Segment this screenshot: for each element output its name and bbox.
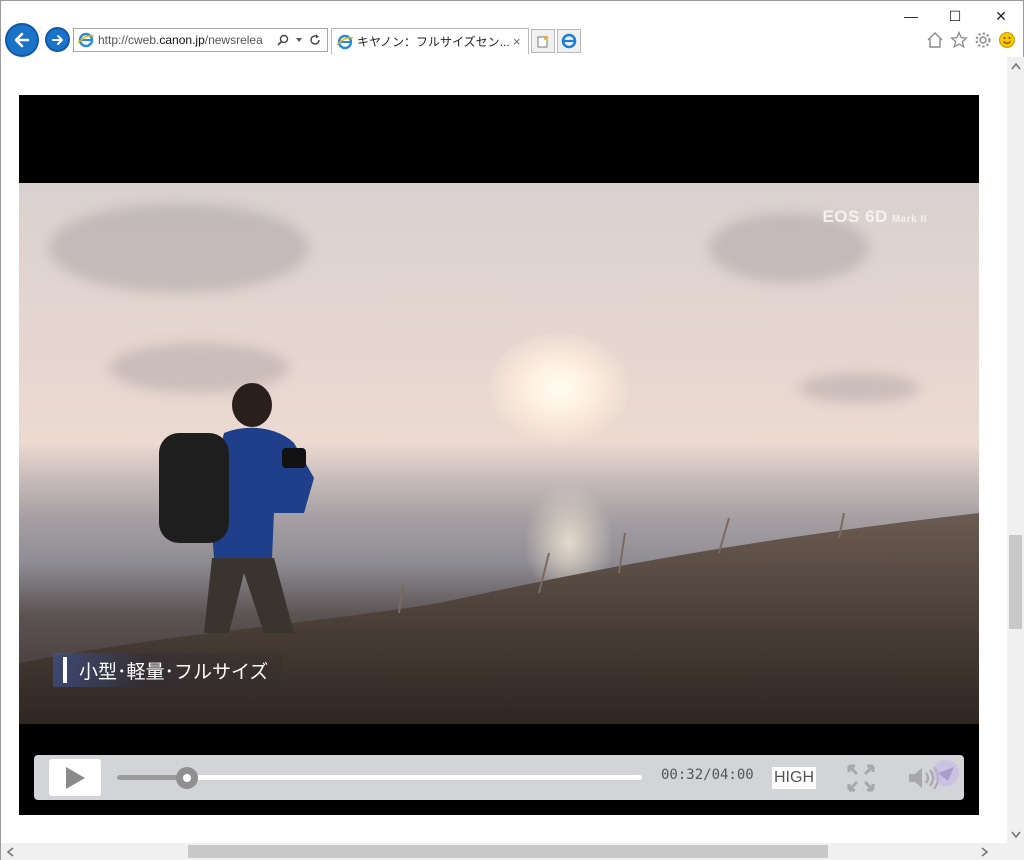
scroll-down-arrow[interactable] bbox=[1007, 826, 1024, 843]
url-suffix: /newsrelea bbox=[204, 33, 263, 47]
video-caption: 小型･軽量･フルサイズ bbox=[53, 653, 283, 687]
quality-button[interactable]: HIGH bbox=[772, 767, 816, 789]
chevron-right-icon bbox=[981, 846, 988, 857]
seek-handle[interactable] bbox=[175, 767, 198, 789]
ie-page-icon bbox=[337, 34, 353, 49]
new-tab-button[interactable] bbox=[531, 29, 555, 53]
address-bar[interactable]: http://cweb.canon.jp/newsrelea bbox=[73, 28, 328, 52]
tab-close-button[interactable]: × bbox=[513, 34, 521, 49]
video-frame[interactable]: EOS 6D Mark II 小型･軽量･フルサイズ bbox=[19, 183, 979, 724]
home-icon[interactable] bbox=[925, 30, 945, 50]
vertical-scrollbar[interactable] bbox=[1007, 57, 1024, 843]
sun bbox=[489, 333, 629, 443]
chevron-down-icon bbox=[1010, 831, 1021, 838]
maximize-button[interactable]: ☐ bbox=[941, 5, 969, 27]
scroll-up-arrow[interactable] bbox=[1007, 57, 1024, 74]
new-tab-icon bbox=[537, 35, 549, 48]
video-player[interactable]: EOS 6D Mark II 小型･軽量･フルサイズ 00:32/04:00 HI… bbox=[19, 95, 979, 815]
brand-watermark: EOS 6D Mark II bbox=[822, 207, 927, 227]
url-prefix: http://cweb. bbox=[98, 33, 160, 47]
back-button[interactable] bbox=[5, 23, 39, 57]
scrollbar-corner bbox=[1007, 843, 1024, 860]
settings-gear-icon[interactable] bbox=[973, 30, 993, 50]
url-domain: canon.jp bbox=[159, 33, 205, 47]
horizontal-scrollbar[interactable] bbox=[1, 843, 1007, 860]
favorites-star-icon[interactable] bbox=[949, 30, 969, 50]
arrow-right-icon bbox=[51, 34, 63, 45]
cloud-decoration bbox=[49, 203, 309, 293]
seek-bar[interactable] bbox=[117, 767, 642, 789]
scroll-left-arrow[interactable] bbox=[1, 843, 18, 860]
browser-titlebar: http://cweb.canon.jp/newsrelea キヤノン：フルサイ… bbox=[1, 1, 1023, 57]
time-display: 00:32/04:00 bbox=[661, 767, 754, 783]
caption-accent-bar bbox=[63, 657, 67, 683]
scroll-right-arrow[interactable] bbox=[976, 843, 993, 860]
vertical-scroll-thumb[interactable] bbox=[1009, 535, 1022, 629]
minimize-button[interactable]: — bbox=[897, 5, 925, 27]
browser-window: http://cweb.canon.jp/newsrelea キヤノン：フルサイ… bbox=[0, 0, 1024, 860]
page-content: EOS 6D Mark II 小型･軽量･フルサイズ 00:32/04:00 HI… bbox=[1, 57, 1007, 843]
player-controls: 00:32/04:00 HIGH bbox=[34, 755, 964, 800]
tab-title: キヤノン：フルサイズセン... bbox=[357, 35, 509, 49]
cloud-decoration bbox=[799, 373, 919, 403]
fullscreen-icon bbox=[847, 764, 875, 792]
chevron-up-icon bbox=[1010, 62, 1021, 69]
address-url[interactable]: http://cweb.canon.jp/newsrelea bbox=[98, 33, 273, 47]
brand-watermark-suffix: Mark II bbox=[891, 214, 927, 225]
chevron-down-icon[interactable] bbox=[295, 36, 303, 44]
ie-quick-tab-button[interactable] bbox=[557, 29, 581, 53]
play-icon bbox=[66, 766, 85, 789]
horizontal-scroll-thumb[interactable] bbox=[188, 845, 828, 858]
brand-watermark-model: EOS 6D bbox=[822, 207, 888, 226]
close-window-button[interactable]: ✕ bbox=[987, 5, 1015, 27]
refresh-icon[interactable] bbox=[309, 34, 321, 46]
ie-logo-icon bbox=[561, 33, 577, 49]
chevron-left-icon bbox=[6, 846, 13, 857]
address-tools bbox=[277, 34, 321, 46]
ie-page-icon bbox=[78, 32, 94, 48]
play-button[interactable] bbox=[49, 759, 101, 796]
forward-button[interactable] bbox=[45, 27, 70, 52]
arrow-left-icon bbox=[14, 32, 30, 48]
fullscreen-button[interactable] bbox=[846, 763, 876, 793]
tab-canon[interactable]: キヤノン：フルサイズセン... × bbox=[331, 28, 529, 54]
photographer-silhouette bbox=[159, 383, 314, 633]
caption-text: 小型･軽量･フルサイズ bbox=[79, 661, 269, 683]
watermark-logo-icon bbox=[933, 760, 959, 786]
smiley-feedback-icon[interactable] bbox=[997, 30, 1017, 50]
search-icon[interactable] bbox=[277, 34, 289, 46]
